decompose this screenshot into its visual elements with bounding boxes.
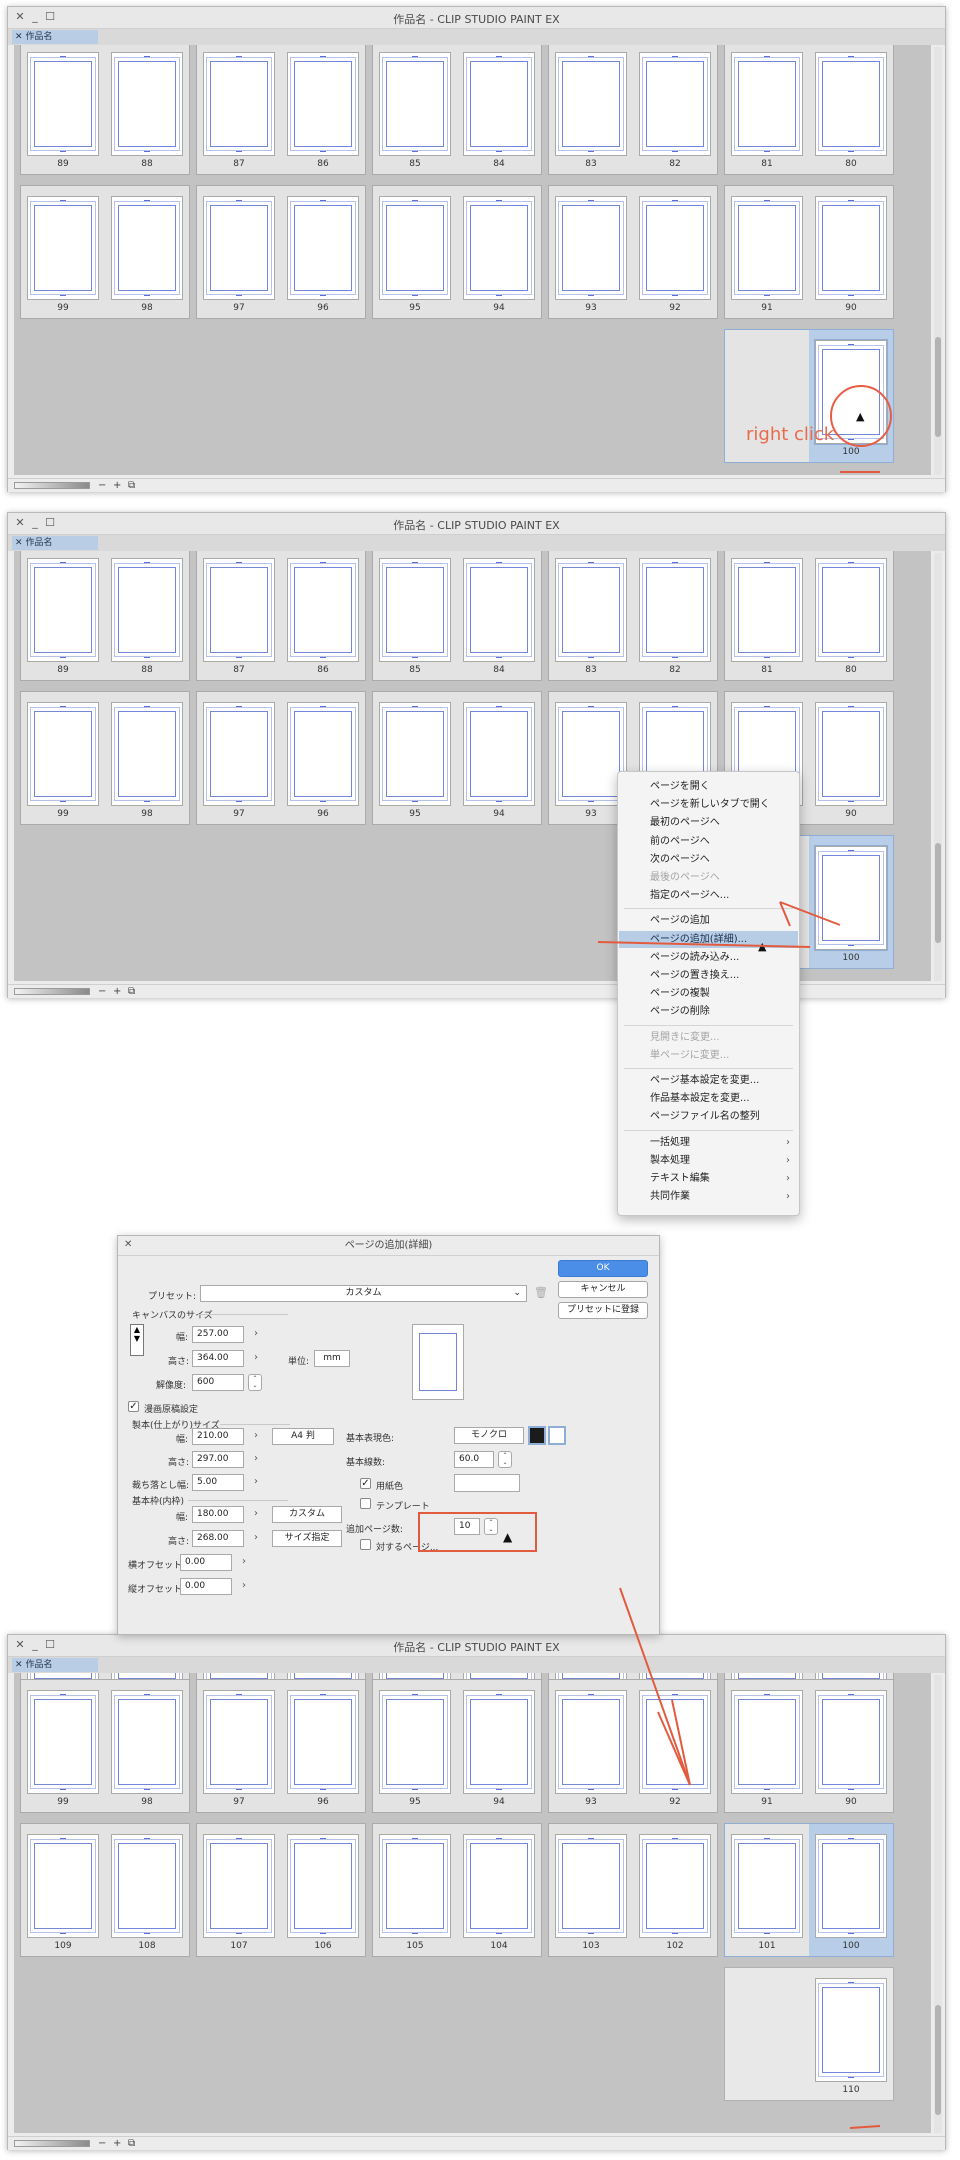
annotation-arrow-stroke (597, 941, 811, 948)
annotation-arrow-stroke (657, 1711, 691, 1786)
annotation-strokes (597, 901, 881, 2129)
annotation-arrow-stroke (619, 1587, 691, 1786)
annotation-underline-stroke (849, 2125, 881, 2129)
